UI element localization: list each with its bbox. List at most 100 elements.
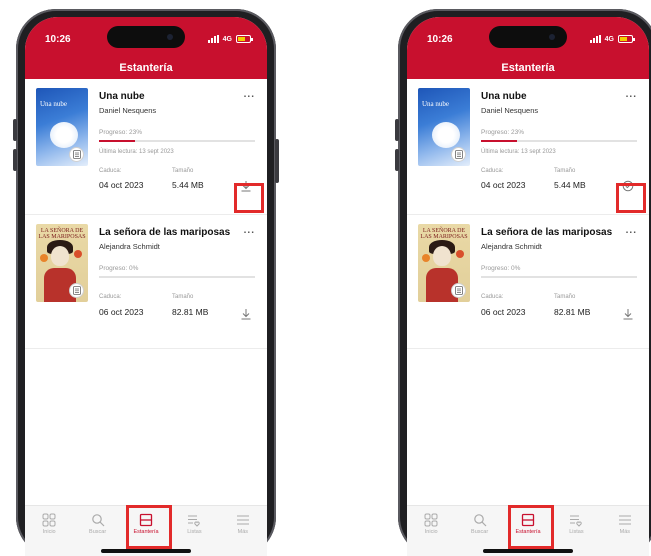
tab-label: Buscar bbox=[471, 529, 489, 535]
cover-title: LA SEÑORA DE LAS MARIPOSAS bbox=[38, 228, 86, 240]
cover-title: Una nube bbox=[422, 100, 450, 108]
cover-title: Una nube bbox=[40, 100, 68, 108]
progress-bar bbox=[99, 140, 255, 142]
last-read-label: Última lectura: 13 sept 2023 bbox=[481, 149, 556, 155]
size-label: Tamaño bbox=[554, 294, 576, 300]
phone-before: 10:26 4G Estantería Una nube Una nube Da… bbox=[13, 9, 279, 556]
expires-value: 06 oct 2023 bbox=[99, 307, 144, 317]
expires-value: 04 oct 2023 bbox=[481, 180, 526, 190]
download-icon[interactable] bbox=[239, 307, 253, 321]
expires-value: 04 oct 2023 bbox=[99, 180, 144, 190]
home-indicator[interactable] bbox=[101, 549, 191, 553]
signal-icon bbox=[589, 35, 601, 43]
book-list: Una nube Una nube Daniel Nesquens ... Pr… bbox=[407, 79, 649, 349]
network-label: 4G bbox=[604, 35, 614, 43]
grid-icon bbox=[424, 513, 438, 527]
app-header: 10:26 4G Estantería bbox=[407, 17, 649, 79]
app-header: 10:26 4G Estantería bbox=[25, 17, 267, 79]
book-author: Daniel Nesquens bbox=[99, 106, 157, 115]
signal-icon bbox=[207, 35, 219, 43]
book-item[interactable]: LA SEÑORA DE LAS MARIPOSAS La señora de … bbox=[407, 215, 649, 349]
book-cover[interactable]: LA SEÑORA DE LAS MARIPOSAS bbox=[418, 224, 470, 302]
tab-mas[interactable]: Más bbox=[219, 506, 267, 556]
ebook-badge-icon bbox=[451, 283, 466, 298]
battery-icon bbox=[236, 35, 253, 43]
tab-label: Más bbox=[237, 529, 249, 535]
size-value: 5.44 MB bbox=[554, 180, 586, 190]
estanteria-tab-highlight-box bbox=[126, 505, 172, 549]
book-title[interactable]: La señora de las mariposas bbox=[481, 227, 612, 238]
expires-label: Caduca: bbox=[99, 168, 122, 174]
download-icon[interactable] bbox=[621, 307, 635, 321]
battery-icon bbox=[618, 35, 635, 43]
size-label: Tamaño bbox=[172, 168, 194, 174]
size-value: 82.81 MB bbox=[172, 307, 209, 317]
size-label: Tamaño bbox=[554, 168, 576, 174]
page-title: Estantería bbox=[501, 62, 555, 74]
book-title[interactable]: Una nube bbox=[481, 91, 527, 102]
status-time: 10:26 bbox=[45, 34, 71, 45]
menu-icon bbox=[618, 515, 631, 525]
home-indicator[interactable] bbox=[483, 549, 573, 553]
size-value: 5.44 MB bbox=[172, 180, 204, 190]
book-cover[interactable]: Una nube bbox=[36, 88, 88, 166]
last-read-label: Última lectura: 13 sept 2023 bbox=[99, 149, 174, 155]
book-item[interactable]: Una nube Una nube Daniel Nesquens ... Pr… bbox=[407, 79, 649, 215]
book-title[interactable]: La señora de las mariposas bbox=[99, 227, 230, 238]
app-screen: 10:26 4G Estantería Una nube Una nube Da… bbox=[407, 17, 649, 556]
phone-after: 10:26 4G Estantería Una nube Una nube Da… bbox=[395, 9, 651, 556]
search-icon bbox=[473, 514, 487, 527]
progress-label: Progreso: 23% bbox=[481, 129, 524, 136]
ebook-badge-icon bbox=[69, 283, 84, 298]
tab-mas[interactable]: Más bbox=[601, 506, 649, 556]
size-value: 82.81 MB bbox=[554, 307, 591, 317]
book-item[interactable]: Una nube Una nube Daniel Nesquens ... Pr… bbox=[25, 79, 267, 215]
more-options-icon[interactable]: ... bbox=[244, 89, 255, 100]
book-author: Alejandra Schmidt bbox=[481, 242, 542, 251]
power-button bbox=[275, 139, 279, 183]
volume-up-button bbox=[13, 119, 17, 141]
tab-label: Listas bbox=[187, 529, 202, 535]
tab-label: Listas bbox=[569, 529, 584, 535]
book-cover[interactable]: Una nube bbox=[418, 88, 470, 166]
status-icons: 4G bbox=[589, 35, 635, 43]
tab-inicio[interactable]: Inicio bbox=[25, 506, 73, 556]
network-label: 4G bbox=[222, 35, 232, 43]
list-heart-icon bbox=[188, 515, 201, 527]
progress-bar bbox=[481, 140, 637, 142]
book-author: Alejandra Schmidt bbox=[99, 242, 160, 251]
progress-label: Progreso: 0% bbox=[99, 265, 139, 272]
downloaded-highlight-box bbox=[616, 183, 646, 213]
progress-label: Progreso: 0% bbox=[481, 265, 521, 272]
expires-label: Caduca: bbox=[481, 168, 504, 174]
tab-label: Inicio bbox=[424, 529, 438, 535]
volume-up-button bbox=[395, 119, 399, 141]
status-time: 10:26 bbox=[427, 34, 453, 45]
book-list: Una nube Una nube Daniel Nesquens ... Pr… bbox=[25, 79, 267, 349]
book-title[interactable]: Una nube bbox=[99, 91, 145, 102]
expires-label: Caduca: bbox=[99, 294, 122, 300]
tab-inicio[interactable]: Inicio bbox=[407, 506, 455, 556]
more-options-icon[interactable]: ... bbox=[244, 225, 255, 236]
dynamic-island bbox=[489, 26, 567, 48]
search-icon bbox=[91, 514, 105, 527]
status-icons: 4G bbox=[207, 35, 253, 43]
progress-bar bbox=[481, 276, 637, 278]
screenshot-stage: 10:26 4G Estantería Una nube Una nube Da… bbox=[0, 0, 651, 556]
list-heart-icon bbox=[570, 515, 583, 527]
book-cover[interactable]: LA SEÑORA DE LAS MARIPOSAS bbox=[36, 224, 88, 302]
progress-label: Progreso: 23% bbox=[99, 129, 142, 136]
app-screen: 10:26 4G Estantería Una nube Una nube Da… bbox=[25, 17, 267, 556]
grid-icon bbox=[42, 513, 56, 527]
menu-icon bbox=[236, 515, 249, 525]
page-title: Estantería bbox=[119, 62, 173, 74]
tab-label: Inicio bbox=[42, 529, 56, 535]
estanteria-tab-highlight-box bbox=[508, 505, 554, 549]
more-options-icon[interactable]: ... bbox=[626, 225, 637, 236]
cover-title: LA SEÑORA DE LAS MARIPOSAS bbox=[420, 228, 468, 240]
volume-down-button bbox=[395, 149, 399, 171]
more-options-icon[interactable]: ... bbox=[626, 89, 637, 100]
book-item[interactable]: LA SEÑORA DE LAS MARIPOSAS La señora de … bbox=[25, 215, 267, 349]
ebook-badge-icon bbox=[69, 147, 84, 162]
tab-label: Buscar bbox=[89, 529, 107, 535]
